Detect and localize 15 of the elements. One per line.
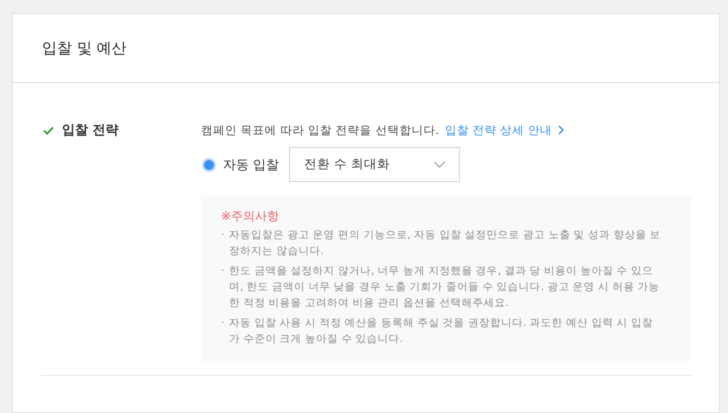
bullet: ·	[221, 228, 226, 243]
field-label: 입찰 전략	[62, 122, 119, 139]
notice-text: 한도 금액을 설정하지 않거나, 너무 높게 지정했을 경우, 결과 당 비용이 높아질 수 있으며, 한도 금액이 너무 낮을 경우 노출 기회가 줄어들 수 있습니다. 광고 운영 시 허용 가능한 적정 비용을 고려하여 비용 관리 옵션을 선택해주세요.	[229, 264, 661, 311]
radio-button[interactable]	[202, 158, 216, 172]
notice-title: ※주의사항	[221, 208, 280, 224]
chevron-down-icon	[433, 161, 446, 168]
chevron-right-icon	[558, 125, 564, 135]
strategy-dropdown[interactable]: 전환 수 최대화	[289, 147, 460, 182]
notice-text: 자동 입찰 사용 시 적정 예산을 등록해 주실 것을 권장합니다. 과도한 예산 입력 시 입찰가 수준이 크게 높아질 수 있습니다.	[229, 316, 654, 347]
option-label: 자동 입찰	[223, 156, 280, 174]
bullet: ·	[221, 264, 226, 279]
bullet: ·	[221, 316, 226, 331]
field-description: 캠페인 목표에 따라 입찰 전략을 선택합니다.	[201, 122, 439, 138]
notice-text: 자동입찰은 광고 운영 편의 기능으로, 자동 입찰 설정만으로 광고 노출 및 성과 향상을 보장하지는 않습니다.	[229, 228, 661, 259]
section-title: 입찰 및 예산	[42, 38, 127, 58]
